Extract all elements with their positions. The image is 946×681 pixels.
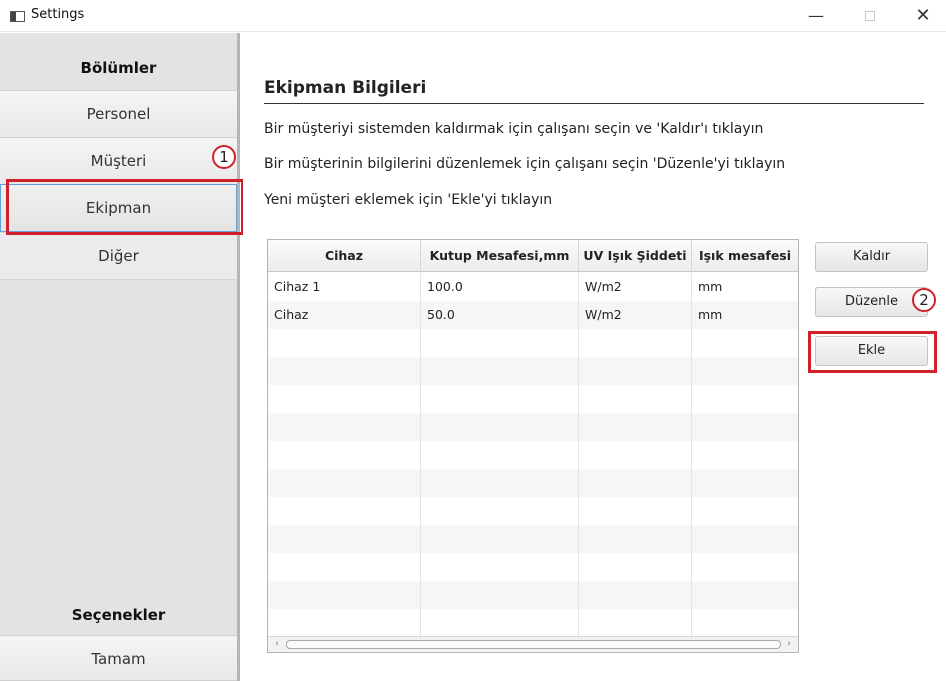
annotation-badge-1: 1 (212, 145, 236, 169)
cell-cihaz: Cihaz 1 (268, 273, 421, 301)
column-header-kutup-mesafesi[interactable]: Kutup Mesafesi,mm (421, 240, 579, 272)
table-row-empty (268, 469, 798, 497)
table-row-empty (268, 497, 798, 525)
table-row[interactable]: Cihaz 1 100.0 W/m2 mm (268, 273, 798, 301)
table-row-empty (268, 441, 798, 469)
cell-isik-mesafesi: mm (698, 307, 723, 322)
table-row-empty (268, 553, 798, 581)
table-row-empty (268, 329, 798, 357)
ok-button[interactable]: Tamam (0, 635, 237, 681)
window-icon (10, 11, 25, 22)
cell-kutup-mesafesi: 100.0 (421, 273, 579, 301)
edit-button[interactable]: Düzenle (815, 287, 928, 317)
sidebar-sections-title: Bölümler (80, 59, 157, 77)
close-button[interactable]: ✕ (903, 4, 943, 28)
annotation-badge-2: 2 (912, 288, 936, 312)
column-header-cihaz[interactable]: Cihaz (268, 240, 421, 272)
scroll-right-icon[interactable]: › (783, 639, 795, 650)
table-row-empty (268, 357, 798, 385)
sidebar: Bölümler Personel Müşteri Ekipman Diğer … (0, 33, 240, 681)
cell-uv-isik-siddeti: W/m2 (579, 301, 692, 329)
window-title: Settings (31, 7, 85, 22)
equipment-table[interactable]: Cihaz Kutup Mesafesi,mm UV Işık Şiddeti … (267, 239, 799, 653)
minimize-button[interactable]: — (796, 4, 836, 28)
instruction-edit: Bir müşterinin bilgilerini düzenlemek iç… (264, 156, 786, 172)
table-row-empty (268, 525, 798, 553)
main-panel: Ekipman Bilgileri Bir müşteriyi sistemde… (243, 33, 946, 681)
instruction-add: Yeni müşteri eklemek için 'Ekle'yi tıkla… (264, 192, 553, 208)
page-title: Ekipman Bilgileri (264, 78, 427, 98)
table-row-empty (268, 581, 798, 609)
table-row[interactable]: Cihaz 50.0 W/m2 mm (268, 301, 798, 329)
sidebar-item-diger[interactable]: Diğer (0, 232, 237, 280)
horizontal-scrollbar[interactable]: ‹ › (268, 636, 798, 652)
add-button[interactable]: Ekle (815, 336, 928, 366)
maximize-button[interactable] (850, 4, 890, 28)
column-header-uv-isik-siddeti[interactable]: UV Işık Şiddeti (579, 240, 692, 272)
title-divider (264, 103, 924, 104)
cell-cihaz: Cihaz (268, 301, 421, 329)
sidebar-options-title: Seçenekler (71, 606, 166, 624)
table-header: Cihaz Kutup Mesafesi,mm UV Işık Şiddeti … (268, 240, 798, 272)
table-row-empty (268, 385, 798, 413)
scroll-left-icon[interactable]: ‹ (271, 639, 283, 650)
cell-isik-mesafesi: mm (698, 279, 723, 294)
remove-button[interactable]: Kaldır (815, 242, 928, 272)
sidebar-item-personel[interactable]: Personel (0, 90, 237, 138)
scrollbar-thumb[interactable] (286, 640, 781, 649)
table-row-empty (268, 609, 798, 637)
cell-uv-isik-siddeti: W/m2 (579, 273, 692, 301)
title-bar: Settings — ✕ (0, 0, 946, 32)
cell-kutup-mesafesi: 50.0 (421, 301, 579, 329)
table-row-empty (268, 413, 798, 441)
sidebar-item-musteri[interactable]: Müşteri (0, 137, 237, 185)
maximize-icon (865, 11, 875, 21)
sidebar-item-ekipman[interactable]: Ekipman (0, 184, 237, 232)
instruction-remove: Bir müşteriyi sistemden kaldırmak için ç… (264, 121, 764, 137)
column-header-isik-mesafesi[interactable]: Işık mesafesi (692, 240, 798, 272)
